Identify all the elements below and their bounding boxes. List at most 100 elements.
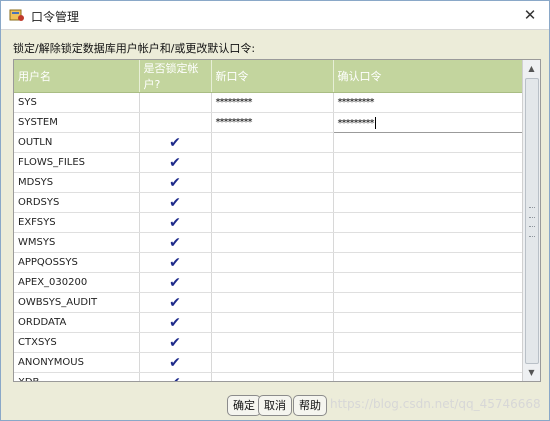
ok-button[interactable]: 确定 [227, 395, 261, 416]
lock-account-cell[interactable]: ✔ [139, 172, 212, 193]
column-header-new-password[interactable]: 新口令 [211, 60, 334, 93]
new-password-cell[interactable] [211, 232, 334, 253]
table-row[interactable]: XDB ✔ [14, 372, 523, 382]
table-row[interactable]: ANONYMOUS ✔ [14, 352, 523, 373]
new-password-cell[interactable] [211, 212, 334, 233]
new-password-value: ********* [215, 117, 253, 128]
confirm-password-cell[interactable]: ********* [333, 92, 523, 113]
table-row[interactable]: CTXSYS ✔ [14, 332, 523, 353]
lock-account-cell[interactable]: ✔ [139, 132, 212, 153]
lock-account-cell[interactable]: ✔ [139, 192, 212, 213]
new-password-cell[interactable] [211, 352, 334, 373]
lock-account-cell[interactable] [139, 92, 212, 113]
table-row[interactable]: OUTLN ✔ [14, 132, 523, 153]
lock-account-cell[interactable]: ✔ [139, 272, 212, 293]
scrollbar-thumb[interactable] [525, 78, 539, 364]
confirm-password-cell[interactable] [333, 132, 523, 153]
instruction-text: 锁定/解除锁定数据库用户帐户和/或更改默认口令: [13, 42, 256, 55]
lock-account-cell[interactable]: ✔ [139, 252, 212, 273]
new-password-cell[interactable] [211, 132, 334, 153]
lock-account-cell[interactable]: ✔ [139, 232, 212, 253]
table-row[interactable]: FLOWS_FILES ✔ [14, 152, 523, 173]
new-password-cell[interactable] [211, 172, 334, 193]
scroll-down-arrow-icon[interactable]: ▼ [523, 364, 540, 381]
username-cell: APEX_030200 [14, 272, 140, 293]
accounts-table: 用户名 是否锁定帐户? 新口令 确认口令 SYS ********* *******… [14, 60, 523, 382]
new-password-cell[interactable] [211, 312, 334, 333]
vertical-scrollbar[interactable]: ▲ ▼ [522, 60, 540, 381]
column-header-username[interactable]: 用户名 [14, 60, 140, 93]
username-cell: MDSYS [14, 172, 140, 193]
table-row[interactable]: MDSYS ✔ [14, 172, 523, 193]
help-button[interactable]: 帮助 [293, 395, 327, 416]
table-row[interactable]: SYS ********* ********* [14, 92, 523, 113]
confirm-password-cell[interactable] [333, 352, 523, 373]
confirm-password-cell[interactable] [333, 172, 523, 193]
checkmark-icon[interactable]: ✔ [169, 175, 181, 191]
lock-account-cell[interactable]: ✔ [139, 312, 212, 333]
table-header-row: 用户名 是否锁定帐户? 新口令 确认口令 [14, 60, 523, 93]
cancel-button[interactable]: 取消 [258, 395, 292, 416]
table-row[interactable]: EXFSYS ✔ [14, 212, 523, 233]
lock-account-cell[interactable]: ✔ [139, 372, 212, 382]
accounts-grid: 用户名 是否锁定帐户? 新口令 确认口令 SYS ********* *******… [13, 59, 541, 382]
username-cell: CTXSYS [14, 332, 140, 353]
checkmark-icon[interactable]: ✔ [169, 235, 181, 251]
checkmark-icon[interactable]: ✔ [169, 155, 181, 171]
table-row[interactable]: APEX_030200 ✔ [14, 272, 523, 293]
table-row[interactable]: SYSTEM ********* ********* [14, 112, 523, 133]
table-row[interactable]: ORDSYS ✔ [14, 192, 523, 213]
checkmark-icon[interactable]: ✔ [169, 295, 181, 311]
lock-account-cell[interactable]: ✔ [139, 332, 212, 353]
checkmark-icon[interactable]: ✔ [169, 275, 181, 291]
password-management-dialog: 口令管理 ✕ 锁定/解除锁定数据库用户帐户和/或更改默认口令: 用户名 是否锁定… [0, 0, 550, 421]
lock-account-cell[interactable]: ✔ [139, 352, 212, 373]
table-row[interactable]: ORDDATA ✔ [14, 312, 523, 333]
checkmark-icon[interactable]: ✔ [169, 195, 181, 211]
text-caret [374, 116, 376, 129]
new-password-cell[interactable] [211, 272, 334, 293]
table-row[interactable]: APPQOSSYS ✔ [14, 252, 523, 273]
username-cell: OWBSYS_AUDIT [14, 292, 140, 313]
close-icon[interactable]: ✕ [520, 5, 540, 25]
lock-account-cell[interactable]: ✔ [139, 212, 212, 233]
lock-account-cell[interactable]: ✔ [139, 152, 212, 173]
new-password-cell[interactable] [211, 332, 334, 353]
title-bar[interactable]: 口令管理 ✕ [1, 1, 549, 30]
lock-account-cell[interactable]: ✔ [139, 292, 212, 313]
confirm-password-cell[interactable] [333, 232, 523, 253]
confirm-password-cell[interactable] [333, 332, 523, 353]
new-password-cell[interactable]: ********* [211, 92, 334, 113]
table-row[interactable]: OWBSYS_AUDIT ✔ [14, 292, 523, 313]
confirm-password-cell[interactable] [333, 212, 523, 233]
watermark-text: https://blog.csdn.net/qq_45746668 [330, 397, 541, 411]
checkmark-icon[interactable]: ✔ [169, 375, 181, 382]
column-header-confirm-password[interactable]: 确认口令 [333, 60, 523, 93]
confirm-password-cell[interactable] [333, 152, 523, 173]
new-password-cell[interactable] [211, 252, 334, 273]
confirm-password-cell[interactable] [333, 272, 523, 293]
confirm-password-cell[interactable] [333, 312, 523, 333]
confirm-password-cell[interactable]: ********* [332, 112, 523, 133]
username-cell: OUTLN [14, 132, 140, 153]
new-password-cell[interactable] [211, 372, 334, 381]
username-cell: ORDDATA [14, 312, 140, 333]
checkmark-icon[interactable]: ✔ [169, 215, 181, 231]
confirm-password-cell[interactable] [333, 192, 523, 213]
checkmark-icon[interactable]: ✔ [169, 355, 181, 371]
lock-account-cell[interactable] [139, 112, 212, 133]
checkmark-icon[interactable]: ✔ [169, 255, 181, 271]
checkmark-icon[interactable]: ✔ [169, 335, 181, 351]
checkmark-icon[interactable]: ✔ [169, 135, 181, 151]
confirm-password-cell[interactable] [333, 292, 523, 313]
column-header-lock-account[interactable]: 是否锁定帐户? [139, 60, 212, 93]
table-row[interactable]: WMSYS ✔ [14, 232, 523, 253]
confirm-password-cell[interactable] [333, 252, 523, 273]
checkmark-icon[interactable]: ✔ [169, 315, 181, 331]
new-password-cell[interactable]: ********* [211, 112, 334, 133]
confirm-password-cell[interactable] [333, 372, 523, 381]
scroll-up-arrow-icon[interactable]: ▲ [523, 60, 540, 77]
new-password-cell[interactable] [211, 292, 334, 313]
new-password-cell[interactable] [211, 192, 334, 213]
new-password-cell[interactable] [211, 152, 334, 173]
